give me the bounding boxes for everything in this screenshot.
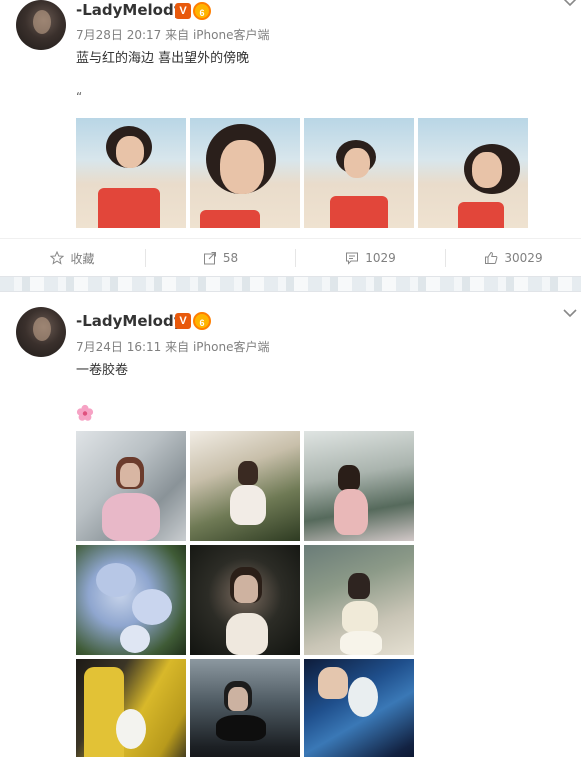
quote-mark: “ bbox=[76, 90, 83, 104]
username[interactable]: -LadyMelody bbox=[76, 1, 183, 19]
post-meta: 7月28日 20:17 来自 iPhone客户端 bbox=[76, 26, 269, 43]
grid-photo-5[interactable] bbox=[190, 545, 300, 655]
comment-button[interactable]: 1029 bbox=[296, 239, 445, 277]
username[interactable]: -LadyMelody bbox=[76, 312, 183, 330]
timestamp[interactable]: 7月28日 20:17 bbox=[76, 28, 161, 42]
post-meta: 7月24日 16:11 来自 iPhone客户端 bbox=[76, 338, 269, 355]
chevron-down-icon[interactable] bbox=[563, 308, 577, 318]
grid-photo-2[interactable] bbox=[190, 431, 300, 541]
post-photo-3[interactable] bbox=[304, 118, 414, 228]
star-icon bbox=[50, 251, 65, 265]
grid-photo-6[interactable] bbox=[304, 545, 414, 655]
grid-photo-4[interactable] bbox=[76, 545, 186, 655]
comment-count: 1029 bbox=[365, 251, 396, 265]
post-photo-2[interactable] bbox=[190, 118, 300, 228]
chevron-down-icon[interactable] bbox=[563, 0, 577, 7]
grid-photo-9[interactable] bbox=[304, 659, 414, 757]
like-count: 30029 bbox=[504, 251, 543, 265]
feed-separator bbox=[0, 276, 581, 292]
grid-photo-7[interactable] bbox=[76, 659, 186, 757]
grid-photo-1[interactable] bbox=[76, 431, 186, 541]
avatar[interactable] bbox=[16, 307, 66, 357]
post-card-1: -LadyMelody V 6 7月28日 20:17 来自 iPhone客户端… bbox=[0, 0, 581, 276]
share-icon bbox=[203, 252, 216, 265]
post-text: 蓝与红的海边 喜出望外的傍晚 bbox=[76, 51, 250, 66]
post-photo-1[interactable] bbox=[76, 118, 186, 228]
action-bar: 收藏 58 1029 30029 bbox=[0, 238, 581, 276]
timestamp[interactable]: 7月24日 16:11 bbox=[76, 340, 161, 354]
grid-photo-8[interactable] bbox=[190, 659, 300, 757]
level-badge: 6 bbox=[193, 312, 211, 330]
thumbs-up-icon bbox=[485, 251, 498, 264]
source: 来自 iPhone客户端 bbox=[165, 340, 270, 354]
post-text: 一卷胶卷 bbox=[76, 363, 129, 378]
verified-badge: V bbox=[175, 313, 191, 329]
verified-badge: V bbox=[175, 3, 191, 19]
avatar[interactable] bbox=[16, 0, 66, 50]
grid-photo-3[interactable] bbox=[304, 431, 414, 541]
flower-icon bbox=[76, 404, 94, 421]
comment-icon bbox=[346, 252, 359, 265]
favorite-label: 收藏 bbox=[70, 251, 95, 266]
like-button[interactable]: 30029 bbox=[446, 239, 581, 277]
repost-button[interactable]: 58 bbox=[146, 239, 295, 277]
source: 来自 iPhone客户端 bbox=[165, 28, 270, 42]
favorite-button[interactable]: 收藏 bbox=[0, 239, 145, 277]
post-photo-4[interactable] bbox=[418, 118, 528, 228]
level-badge: 6 bbox=[193, 2, 211, 20]
repost-count: 58 bbox=[222, 251, 239, 265]
